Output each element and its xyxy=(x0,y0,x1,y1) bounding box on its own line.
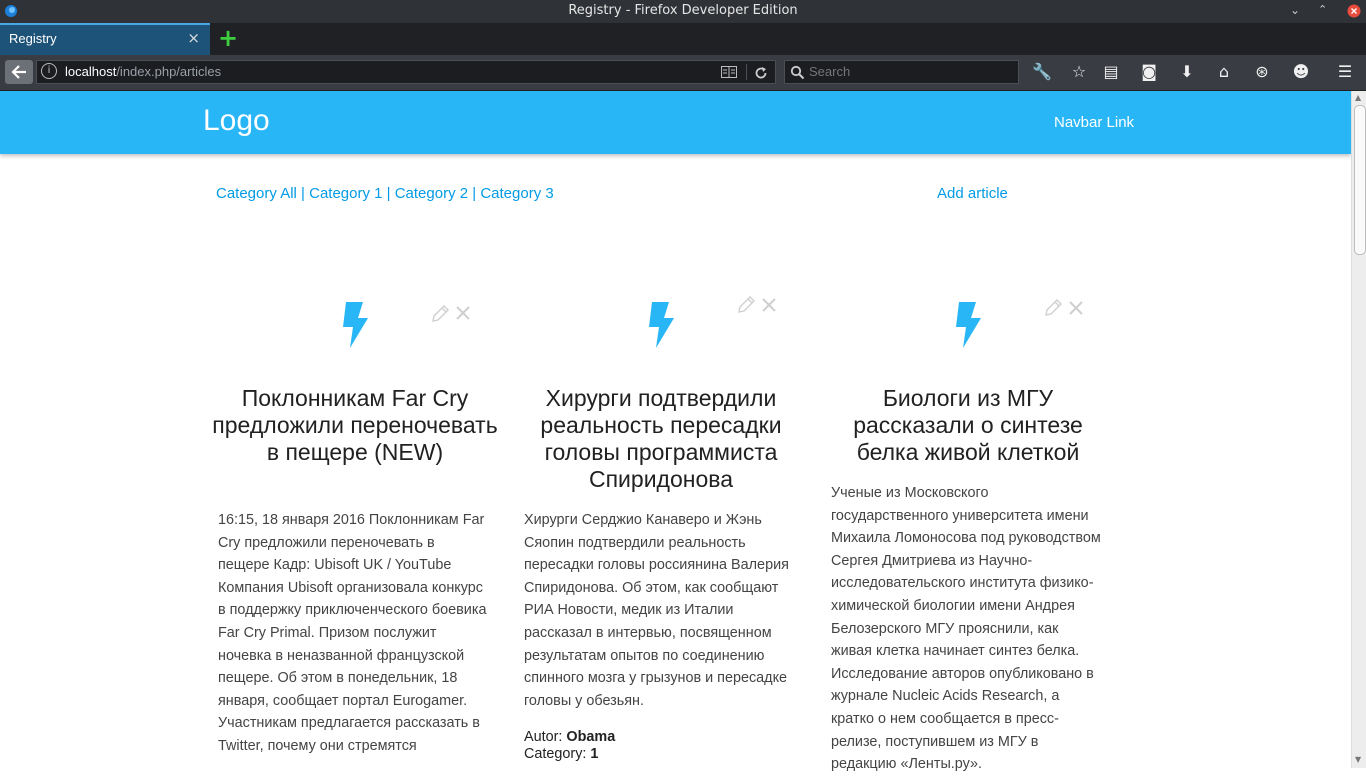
category-separator: | xyxy=(382,185,395,202)
devtools-icon[interactable]: ⊛ xyxy=(1250,62,1274,81)
edit-icon[interactable] xyxy=(1043,298,1063,318)
feedback-icon[interactable]: ☻ xyxy=(1289,62,1313,81)
bookmark-star-icon[interactable]: ☆ xyxy=(1067,62,1091,81)
delete-icon[interactable] xyxy=(456,306,470,320)
pocket-icon[interactable]: ◙ xyxy=(1137,62,1161,81)
category-3-link[interactable]: Category 3 xyxy=(480,185,553,202)
category-separator: | xyxy=(296,185,310,202)
article-body: Хирурги Серджио Канаверо и Жэнь Сяопин п… xyxy=(524,512,789,709)
category-separator: | xyxy=(468,185,481,202)
search-icon xyxy=(790,65,805,80)
search-input[interactable] xyxy=(807,63,1011,80)
article-author: Autor: Obama xyxy=(524,729,616,745)
delete-icon[interactable] xyxy=(1069,301,1083,315)
navbar-link[interactable]: Navbar Link xyxy=(1054,114,1134,131)
maximize-icon[interactable]: ⌃ xyxy=(1318,4,1332,18)
flash-icon xyxy=(649,302,674,348)
urlbar-divider xyxy=(746,64,747,80)
category-filter: Category All | Category 1 | Category 2 |… xyxy=(216,185,554,202)
tab-label: Registry xyxy=(9,31,57,46)
page-scrollbar[interactable]: ▲ ▼ xyxy=(1351,91,1366,768)
tab-strip: Registry × + xyxy=(0,23,1366,55)
edit-icon[interactable] xyxy=(736,295,756,315)
close-window-icon[interactable] xyxy=(1347,4,1361,18)
article-body: 16:15, 18 января 2016 Поклонникам Far Cr… xyxy=(218,512,487,754)
site-logo[interactable]: Logo xyxy=(203,104,270,138)
home-icon[interactable]: ⌂ xyxy=(1212,62,1236,81)
site-navbar: Logo Navbar Link xyxy=(0,91,1351,154)
back-button[interactable] xyxy=(5,60,33,84)
article-title[interactable]: Поклонникам Far Cry предложили переночев… xyxy=(210,385,500,466)
category-2-link[interactable]: Category 2 xyxy=(395,185,468,202)
reload-icon[interactable] xyxy=(754,66,768,80)
flash-icon xyxy=(343,302,368,348)
article-body: Ученые из Московского государственного у… xyxy=(831,485,1101,773)
site-info-icon[interactable]: i xyxy=(41,63,57,79)
tab-registry[interactable]: Registry × xyxy=(0,23,210,55)
flash-icon xyxy=(956,302,981,348)
window-titlebar: Registry - Firefox Developer Edition ⌄ ⌃ xyxy=(0,0,1366,23)
scroll-down-icon[interactable]: ▼ xyxy=(1355,755,1361,764)
tab-close-icon[interactable]: × xyxy=(187,29,200,47)
scrollbar-thumb[interactable] xyxy=(1354,105,1366,255)
category-1-link[interactable]: Category 1 xyxy=(309,185,382,202)
category-all-link[interactable]: Category All xyxy=(216,185,297,202)
library-icon[interactable]: ▤ xyxy=(1099,62,1123,81)
wrench-icon[interactable]: 🔧 xyxy=(1030,62,1054,81)
window-title: Registry - Firefox Developer Edition xyxy=(568,3,798,18)
url-text[interactable]: localhost/index.php/articles xyxy=(65,64,221,79)
delete-icon[interactable] xyxy=(762,298,776,312)
downloads-icon[interactable]: ⬇ xyxy=(1175,62,1199,81)
add-article-link[interactable]: Add article xyxy=(937,185,1008,202)
article-category: Category: 1 xyxy=(524,746,599,762)
url-bar[interactable]: i localhost/index.php/articles xyxy=(36,60,776,84)
article-title[interactable]: Хирурги подтвердили реальность пересадки… xyxy=(516,385,806,493)
minimize-icon[interactable]: ⌄ xyxy=(1290,4,1304,18)
back-arrow-icon xyxy=(11,65,26,79)
scroll-up-icon[interactable]: ▲ xyxy=(1355,93,1361,102)
article-title[interactable]: Биологи из МГУ рассказали о синтезе белк… xyxy=(823,385,1113,466)
reader-view-icon[interactable] xyxy=(721,66,737,78)
new-tab-button[interactable]: + xyxy=(218,25,238,51)
search-bar[interactable] xyxy=(784,60,1019,84)
edit-icon[interactable] xyxy=(430,304,450,324)
menu-icon[interactable]: ☰ xyxy=(1333,62,1357,81)
navigation-toolbar: i localhost/index.php/articles 🔧 ☆ ▤ ◙ ⬇… xyxy=(0,55,1366,91)
